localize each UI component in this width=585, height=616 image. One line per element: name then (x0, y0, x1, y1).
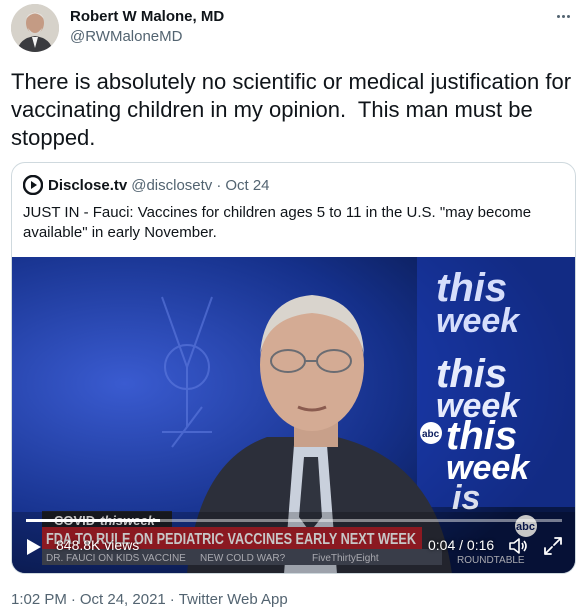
view-count: 848.8K views (56, 537, 140, 553)
tweet-time[interactable]: 1:02 PM (11, 591, 67, 608)
quoted-separator: · (216, 176, 222, 194)
quoted-header: Disclose.tv @disclosetv · Oct 24 (23, 175, 270, 195)
tweet: Robert W Malone, MD @RWMaloneMD There is… (0, 0, 585, 616)
author-handle[interactable]: @RWMaloneMD (70, 28, 182, 45)
meta-separator: · (70, 591, 76, 608)
svg-text:is: is (452, 479, 480, 517)
video-progress-fill (26, 519, 160, 522)
fullscreen-icon[interactable] (543, 536, 563, 556)
quoted-author-handle[interactable]: @disclosetv (131, 177, 212, 194)
video-frame: this week this week abc this week is (12, 257, 575, 573)
more-icon[interactable] (551, 6, 575, 26)
quoted-date[interactable]: Oct 24 (225, 177, 269, 194)
disclose-logo-icon (23, 175, 43, 195)
quoted-author-name[interactable]: Disclose.tv (48, 177, 127, 194)
video-progress-bar[interactable] (26, 519, 562, 522)
show-logo-text: week (436, 302, 521, 340)
quoted-tweet[interactable]: Disclose.tv @disclosetv · Oct 24 JUST IN… (11, 162, 576, 574)
tweet-text: There is absolutely no scientific or med… (11, 69, 578, 150)
meta-separator: · (169, 591, 175, 608)
video-player[interactable]: this week this week abc this week is 848… (12, 257, 575, 573)
svg-text:abc: abc (422, 429, 440, 440)
play-icon[interactable] (26, 538, 42, 556)
tweet-date[interactable]: Oct 24, 2021 (80, 591, 166, 608)
avatar[interactable] (11, 4, 59, 52)
author-name[interactable]: Robert W Malone, MD (70, 8, 224, 25)
tweet-source[interactable]: Twitter Web App (179, 591, 288, 608)
quoted-text: JUST IN - Fauci: Vaccines for children a… (23, 204, 532, 241)
tweet-metadata: 1:02 PM · Oct 24, 2021 · Twitter Web App (11, 591, 288, 608)
video-time: 0:04 / 0:16 (428, 537, 495, 553)
volume-icon[interactable] (508, 536, 528, 556)
avatar-image (11, 4, 59, 52)
